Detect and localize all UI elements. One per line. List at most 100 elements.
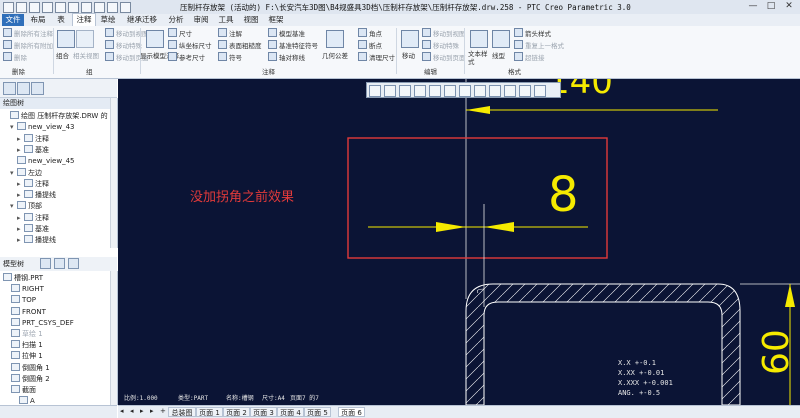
related-model-button[interactable]: 移动到视图: [105, 28, 149, 38]
model-tree-item[interactable]: TOP: [11, 295, 36, 304]
expand-arrow-icon[interactable]: ▾: [10, 123, 17, 131]
save-icon[interactable]: [42, 2, 53, 13]
model-tree-item[interactable]: 倒圆角 2: [11, 373, 50, 384]
page-tab-3[interactable]: 页面 3: [250, 407, 277, 417]
folder-browser-icon[interactable]: [17, 82, 30, 95]
tab-annotate[interactable]: 注释: [72, 13, 96, 27]
drawing-tree-item[interactable]: 绘图 压制杆存放架.DRW 的: [3, 111, 108, 121]
model-tree-item[interactable]: PRT_CSYS_DEF: [11, 317, 74, 327]
dimension-text-small[interactable]: 8: [548, 167, 579, 223]
zoom-out-icon[interactable]: [399, 85, 411, 97]
tab-layout[interactable]: 布局: [27, 14, 49, 26]
move-special-button[interactable]: 移动特殊: [105, 40, 142, 50]
related-view-button-label[interactable]: 相关视图: [73, 50, 99, 60]
model-tree-item[interactable]: 倒圆角 1: [11, 362, 50, 373]
page-prev-button[interactable]: ◂: [130, 407, 134, 415]
surface-finish-button[interactable]: 表面粗糙度: [218, 40, 262, 50]
model-tree-tab-icon[interactable]: [3, 82, 16, 95]
note-button[interactable]: 注解: [218, 28, 242, 38]
page-tab-6[interactable]: 页面 6: [338, 407, 365, 417]
csys-display-icon[interactable]: [504, 85, 516, 97]
ordinate-dimension-button[interactable]: 纵坐标尺寸: [168, 40, 212, 50]
line-style-icon[interactable]: [492, 30, 510, 48]
hyperlink-button[interactable]: 超链接: [514, 52, 545, 62]
saved-views-icon[interactable]: [444, 85, 456, 97]
window-icon[interactable]: [94, 2, 105, 13]
expand-arrow-icon[interactable]: ▸: [17, 146, 24, 154]
axis-symmetry-button[interactable]: 轴对称线: [268, 52, 305, 62]
new-file-icon[interactable]: [16, 2, 27, 13]
tab-analysis[interactable]: 分析: [165, 14, 187, 26]
axis-display-icon[interactable]: [534, 85, 546, 97]
tree-filter-icon[interactable]: [54, 258, 65, 269]
expand-arrow-icon[interactable]: ▸: [17, 214, 24, 222]
tab-file[interactable]: 文件: [2, 14, 24, 26]
move-to-view-button[interactable]: 移动到视图: [422, 28, 466, 38]
close-button[interactable]: ✕: [782, 1, 796, 12]
drawing-tree-item[interactable]: ▸ 注释: [17, 178, 49, 189]
move-to-page-button[interactable]: 移动到页面: [422, 52, 466, 62]
reference-dimension-button[interactable]: 参考尺寸: [168, 52, 205, 62]
spin-center-icon[interactable]: [489, 85, 501, 97]
datum-feature-symbol-button[interactable]: 基准特征符号: [268, 40, 318, 50]
break-button[interactable]: 断点: [358, 40, 382, 50]
expand-arrow-icon[interactable]: ▾: [10, 169, 17, 177]
expand-arrow-icon[interactable]: ▸: [17, 191, 24, 199]
expand-arrow-icon[interactable]: ▸: [17, 180, 24, 188]
expand-arrow-icon[interactable]: ▸: [17, 236, 24, 244]
redo-icon[interactable]: [68, 2, 79, 13]
delete-all-annotations-button[interactable]: 删除所有注释: [3, 28, 53, 38]
annotation-note[interactable]: 没加拐角之前效果: [190, 189, 294, 205]
model-tree-scrollbar[interactable]: [110, 271, 117, 405]
page-tab-2[interactable]: 页面 2: [223, 407, 250, 417]
page-next-button[interactable]: ▸: [140, 407, 144, 415]
undo-icon[interactable]: [55, 2, 66, 13]
drawing-tree-item[interactable]: ▸ 注释: [17, 212, 49, 223]
delete-all-attached-button[interactable]: 删除所有附加: [3, 40, 53, 50]
drawing-tree-scrollbar[interactable]: [110, 98, 117, 248]
drawing-tree-item[interactable]: ▸ 播提线: [17, 190, 56, 200]
drawing-tree-item[interactable]: ▸ 注释: [17, 133, 49, 144]
drawing-canvas[interactable]: 140 没加拐角之前效果 8 60 X.X +-0.1 X.XX +-0.01 …: [118, 79, 800, 405]
expand-arrow-icon[interactable]: ▸: [17, 135, 24, 143]
maximize-button[interactable]: □: [764, 1, 778, 12]
model-tree-item[interactable]: FRONT: [11, 306, 46, 316]
drawing-tree-item[interactable]: new_view_45: [10, 156, 75, 165]
drawing-tree-item[interactable]: ▸ 播提线: [17, 235, 56, 245]
geometric-tolerance-label[interactable]: 几何公差: [322, 50, 348, 60]
channel-section[interactable]: [465, 283, 741, 405]
display-style-icon[interactable]: [429, 85, 441, 97]
show-model-annotations-icon[interactable]: [146, 30, 164, 48]
text-style-label[interactable]: 文本样式: [468, 50, 490, 66]
drawing-tree-item[interactable]: ▸ 基准: [17, 144, 49, 155]
expand-arrow-icon[interactable]: ▸: [17, 225, 24, 233]
drawing-tree-item[interactable]: ▾ 左边: [10, 167, 42, 178]
symbol-button[interactable]: 符号: [218, 52, 242, 62]
arrow-style-button[interactable]: 箭头样式: [514, 28, 551, 38]
page-tab-1[interactable]: 页面 1: [196, 407, 223, 417]
line-style-label[interactable]: 线型: [492, 50, 505, 60]
tab-legacy-migration[interactable]: 继承迁移: [122, 14, 162, 26]
open-file-icon[interactable]: [29, 2, 40, 13]
customize-icon[interactable]: [120, 2, 131, 13]
refit-icon[interactable]: [369, 85, 381, 97]
annotation-display-icon[interactable]: [474, 85, 486, 97]
expand-arrow-icon[interactable]: ▾: [10, 202, 17, 210]
minimize-button[interactable]: —: [746, 1, 760, 12]
move-button-label[interactable]: 移动: [402, 50, 415, 60]
point-display-icon[interactable]: [519, 85, 531, 97]
repaint-icon[interactable]: [414, 85, 426, 97]
page-tab-assembly[interactable]: 总装图: [168, 407, 196, 417]
tab-table[interactable]: 表: [52, 14, 70, 26]
drawing-tree-item[interactable]: ▾ new_view_43: [10, 122, 75, 131]
related-view-icon[interactable]: [76, 30, 94, 48]
geometric-tolerance-icon[interactable]: [326, 30, 344, 48]
model-tree-item[interactable]: 扫描 1: [11, 340, 43, 350]
tab-frame[interactable]: 框架: [265, 14, 287, 26]
tab-sketch[interactable]: 草绘: [97, 14, 119, 26]
model-tree-item[interactable]: A: [19, 396, 35, 405]
add-page-button[interactable]: +: [160, 407, 166, 415]
model-tree-item[interactable]: RIGHT: [11, 284, 44, 293]
model-datum-button[interactable]: 模型基准: [268, 28, 305, 38]
move-special-button-2[interactable]: 移动特殊: [422, 40, 459, 50]
